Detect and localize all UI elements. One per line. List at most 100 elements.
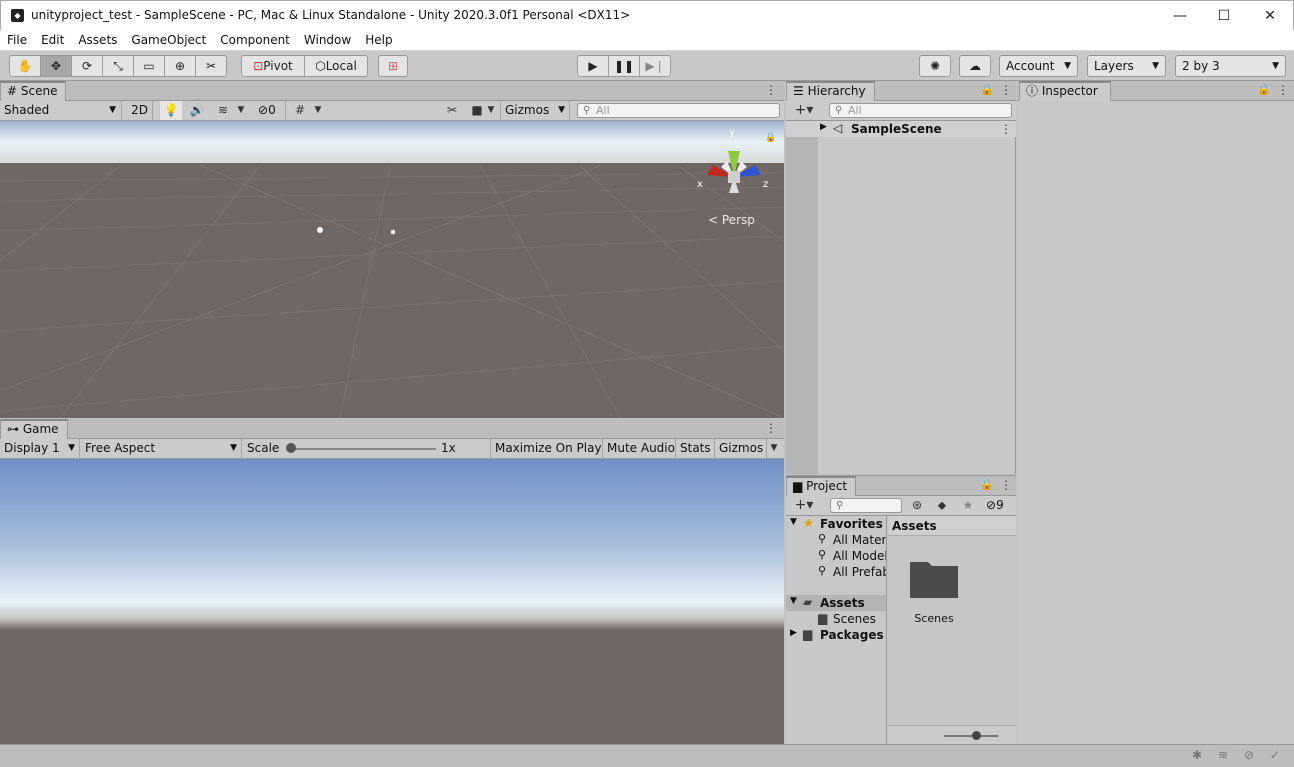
assets-breadcrumb[interactable]: Assets — [888, 516, 1016, 536]
hidden-packages-toggle[interactable]: ⊘9 — [982, 496, 1016, 515]
pause-button[interactable]: ❚❚ — [608, 55, 640, 77]
aspect-dropdown[interactable]: Free Aspect ▼ — [81, 439, 242, 458]
layers-icon[interactable]: ≋ — [1218, 748, 1228, 762]
mute-audio-toggle[interactable]: Mute Audio — [603, 439, 676, 458]
hidden-objects-toggle[interactable]: ⊘0 — [254, 101, 286, 120]
menu-component[interactable]: Component — [213, 30, 297, 50]
maximize-button[interactable]: ☐ — [1201, 1, 1247, 31]
minimize-button[interactable]: — — [1157, 1, 1203, 31]
projection-label[interactable]: < Persp — [708, 213, 755, 227]
gizmos-dropdown[interactable]: Gizmos ▼ — [500, 101, 570, 120]
icon-size-slider-track[interactable] — [944, 735, 998, 737]
snap-button[interactable]: ⊞ — [378, 55, 408, 77]
menu-help[interactable]: Help — [358, 30, 399, 50]
expand-arrow-icon[interactable]: ▼ — [790, 517, 797, 527]
hierarchy-scene-row[interactable]: ▶ ◁ SampleScene ⋮ — [786, 121, 1016, 137]
tab-game[interactable]: ⊶ Game — [0, 419, 68, 439]
maximize-on-play-toggle[interactable]: Maximize On Play — [491, 439, 603, 458]
pivot-button[interactable]: ⊡Pivot — [241, 55, 305, 77]
lighting-icon[interactable]: 💡 — [160, 101, 182, 120]
menu-window[interactable]: Window — [297, 30, 358, 50]
display-dropdown[interactable]: Display 1 ▼ — [0, 439, 80, 458]
game-menu-icon[interactable]: ⋮ — [765, 421, 777, 435]
bug-icon[interactable]: ✱ — [1192, 748, 1202, 762]
play-button[interactable]: ▶ — [577, 55, 609, 77]
rotate-tool-icon[interactable]: ⟳ — [71, 55, 103, 77]
grid-toggle-icon[interactable]: # — [289, 101, 311, 120]
custom-tool-icon[interactable]: ✂ — [195, 55, 227, 77]
scale-slider-thumb[interactable] — [286, 443, 296, 453]
lock-icon[interactable]: 🔒 — [765, 133, 776, 143]
transform-tools: ✋ ✥ ⟳ ⤡ ▭ ⊕ ✂ — [9, 55, 227, 77]
audio-icon[interactable]: 🔊 — [186, 101, 208, 120]
tree-favorite-item[interactable]: ⚲ All Materi — [786, 532, 886, 548]
camera-dropdown-icon[interactable]: ▼ — [484, 101, 498, 120]
tab-inspector[interactable]: ⓘ Inspector — [1019, 81, 1111, 101]
close-button[interactable]: ✕ — [1247, 1, 1293, 31]
local-button[interactable]: ⬡Local — [304, 55, 368, 77]
scene-row-menu-icon[interactable]: ⋮ — [1000, 122, 1012, 136]
scale-slider-track[interactable] — [291, 448, 436, 450]
hierarchy-menu-icon[interactable]: ⋮ — [1000, 83, 1012, 97]
tree-favorite-item[interactable]: ⚲ All Model — [786, 548, 886, 564]
project-menu-icon[interactable]: ⋮ — [1000, 478, 1012, 492]
lock-icon[interactable]: 🔒 — [980, 83, 994, 96]
scale-tool-icon[interactable]: ⤡ — [102, 55, 134, 77]
cloud-icon[interactable]: ☁ — [959, 55, 991, 77]
step-button[interactable]: ▶❘ — [639, 55, 671, 77]
favorite-star-icon[interactable]: ★ — [957, 496, 979, 515]
transform-tool-icon[interactable]: ⊕ — [164, 55, 196, 77]
effects-icon[interactable]: ≋ — [212, 101, 234, 120]
2d-toggle[interactable]: 2D — [127, 101, 153, 120]
icon-size-slider-thumb[interactable] — [972, 731, 981, 740]
filter-by-type-icon[interactable]: ⊛ — [906, 496, 928, 515]
tab-hierarchy[interactable]: ☰ Hierarchy — [786, 81, 875, 101]
menu-gameobject[interactable]: GameObject — [124, 30, 213, 50]
checkmark-icon[interactable]: ✓ — [1270, 748, 1280, 762]
tree-packages[interactable]: ▶ ▆ Packages — [786, 627, 886, 643]
game-panel: ⊶ Game ⋮ Display 1 ▼ Free Aspect ▼ Scale 1… — [0, 419, 784, 744]
expand-arrow-icon[interactable]: ▼ — [790, 596, 797, 606]
orientation-gizmo[interactable]: x y z 🔒 — [697, 127, 779, 207]
effects-dropdown-icon[interactable]: ▼ — [234, 101, 248, 120]
lock-icon[interactable]: 🔒 — [1257, 83, 1271, 96]
rect-tool-icon[interactable]: ▭ — [133, 55, 165, 77]
move-tool-icon[interactable]: ✥ — [40, 55, 72, 77]
filter-by-label-icon[interactable]: ⬥ — [931, 496, 953, 515]
shading-dropdown[interactable]: Shaded ▼ — [0, 101, 122, 120]
create-add-icon[interactable]: +▾ — [788, 496, 820, 515]
create-add-icon[interactable]: +▾ — [788, 101, 820, 120]
scene-menu-icon[interactable]: ⋮ — [765, 83, 777, 97]
tab-scene[interactable]: # Scene — [0, 81, 67, 101]
layers-dropdown[interactable]: Layers ▼ — [1087, 55, 1166, 77]
scene-search-input[interactable]: All — [577, 103, 780, 118]
collab-icon[interactable]: ✺ — [919, 55, 951, 77]
layout-dropdown[interactable]: 2 by 3 ▼ — [1175, 55, 1286, 77]
game-viewport[interactable] — [0, 459, 784, 744]
inspector-menu-icon[interactable]: ⋮ — [1277, 83, 1289, 97]
tools-icon[interactable]: ✂ — [441, 101, 463, 120]
stats-toggle[interactable]: Stats — [676, 439, 715, 458]
account-dropdown[interactable]: Account ▼ — [999, 55, 1078, 77]
game-gizmos-dropdown-icon[interactable]: ▼ — [766, 439, 782, 458]
expand-arrow-icon[interactable]: ▶ — [790, 628, 797, 638]
tab-project[interactable]: ▆ Project — [786, 476, 857, 496]
scene-viewport[interactable]: x y z 🔒 < Persp — [0, 121, 784, 418]
tree-scenes[interactable]: ▆ Scenes — [786, 611, 886, 627]
hand-tool-icon[interactable]: ✋ — [9, 55, 41, 77]
project-search-input[interactable] — [830, 498, 902, 513]
expand-arrow-icon[interactable]: ▶ — [820, 122, 827, 132]
grid-dropdown-icon[interactable]: ▼ — [311, 101, 325, 120]
auto-generate-icon[interactable]: ⊘ — [1244, 748, 1254, 762]
menu-assets[interactable]: Assets — [71, 30, 124, 50]
tree-assets[interactable]: ▼ ▰ Assets — [786, 595, 886, 611]
lock-icon[interactable]: 🔒 — [980, 478, 994, 491]
eye-off-icon: ⊘ — [986, 498, 997, 512]
game-gizmos-toggle[interactable]: Gizmos — [715, 439, 767, 458]
tree-favorite-item[interactable]: ⚲ All Prefab — [786, 564, 886, 580]
hierarchy-search-input[interactable]: All — [829, 103, 1012, 118]
tree-favorites[interactable]: ▼ ★ Favorites — [786, 516, 886, 532]
asset-item-scenes[interactable]: Scenes — [908, 556, 960, 628]
menu-file[interactable]: File — [0, 30, 34, 50]
menu-edit[interactable]: Edit — [34, 30, 71, 50]
